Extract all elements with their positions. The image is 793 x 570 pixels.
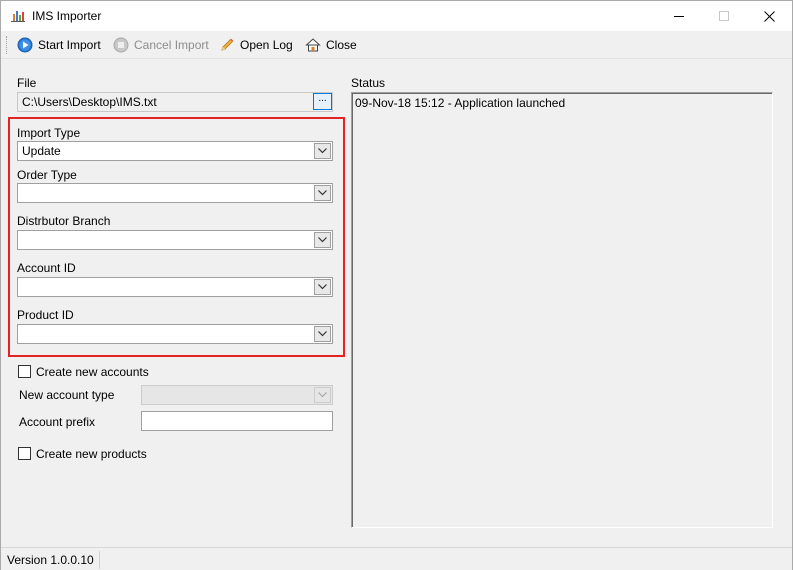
home-icon (305, 38, 321, 52)
product-id-dropdown[interactable] (17, 324, 333, 344)
start-import-button[interactable]: Start Import (17, 35, 101, 55)
import-type-dropdown[interactable]: Update (17, 141, 333, 161)
status-log-line: 09-Nov-18 15:12 - Application launched (355, 96, 566, 110)
close-icon (763, 10, 775, 22)
start-import-label: Start Import (38, 38, 101, 52)
status-log-panel[interactable]: 09-Nov-18 15:12 - Application launched (351, 92, 773, 528)
statusbar-divider (99, 551, 100, 569)
chevron-down-icon (318, 392, 327, 398)
dropdown-button[interactable] (314, 279, 331, 295)
browse-button[interactable]: ... (313, 93, 332, 110)
toolbar: Start Import Cancel Import Open Log Clos… (1, 31, 792, 59)
chevron-down-icon (318, 190, 327, 196)
chevron-down-icon (318, 284, 327, 290)
new-account-type-label: New account type (19, 388, 115, 402)
account-id-dropdown[interactable] (17, 277, 333, 297)
maximize-icon (719, 11, 729, 21)
account-prefix-label: Account prefix (19, 415, 96, 429)
app-window: IMS Importer Start Import Cancel Import … (0, 0, 793, 570)
create-products-checkbox[interactable] (18, 447, 31, 460)
distributor-branch-label: Distrbutor Branch (17, 214, 111, 228)
version-text: Version 1.0.0.10 (7, 553, 94, 567)
minimize-button[interactable] (656, 1, 702, 31)
file-path-value: C:\Users\Desktop\IMS.txt (22, 95, 157, 109)
close-label: Close (326, 38, 357, 52)
distributor-branch-dropdown[interactable] (17, 230, 333, 250)
open-log-button[interactable]: Open Log (219, 35, 293, 55)
import-type-label: Import Type (17, 126, 81, 140)
dropdown-button[interactable] (314, 185, 331, 201)
maximize-button[interactable] (701, 1, 747, 31)
dropdown-button[interactable] (314, 387, 331, 403)
create-accounts-label[interactable]: Create new accounts (36, 365, 149, 379)
order-type-dropdown[interactable] (17, 183, 333, 203)
chevron-down-icon (318, 237, 327, 243)
dropdown-button[interactable] (314, 143, 331, 159)
close-window-button[interactable] (746, 1, 792, 31)
account-prefix-input[interactable] (141, 411, 333, 431)
account-id-label: Account ID (17, 261, 76, 275)
dropdown-button[interactable] (314, 232, 331, 248)
bar-chart-icon (11, 11, 25, 22)
window-title: IMS Importer (32, 9, 102, 23)
minimize-icon (674, 15, 684, 17)
new-account-type-dropdown[interactable] (141, 385, 333, 405)
file-path-field[interactable]: C:\Users\Desktop\IMS.txt (17, 92, 333, 112)
chevron-down-icon (318, 148, 327, 154)
cancel-import-button[interactable]: Cancel Import (113, 35, 209, 55)
play-icon (17, 37, 33, 53)
close-button[interactable]: Close (305, 35, 357, 55)
pencil-icon (221, 38, 234, 51)
dropdown-button[interactable] (314, 326, 331, 342)
create-accounts-checkbox[interactable] (18, 365, 31, 378)
stop-icon (113, 37, 129, 53)
import-type-value: Update (22, 144, 61, 158)
status-label: Status (351, 76, 386, 90)
cancel-import-label: Cancel Import (134, 38, 209, 52)
product-id-label: Product ID (17, 308, 74, 322)
chevron-down-icon (318, 331, 327, 337)
order-type-label: Order Type (17, 168, 77, 182)
title-bar: IMS Importer (1, 1, 792, 31)
file-label: File (17, 76, 37, 90)
toolbar-grip[interactable] (6, 36, 9, 54)
open-log-label: Open Log (240, 38, 293, 52)
status-bar: Version 1.0.0.10 (1, 547, 792, 570)
create-products-label[interactable]: Create new products (36, 447, 147, 461)
